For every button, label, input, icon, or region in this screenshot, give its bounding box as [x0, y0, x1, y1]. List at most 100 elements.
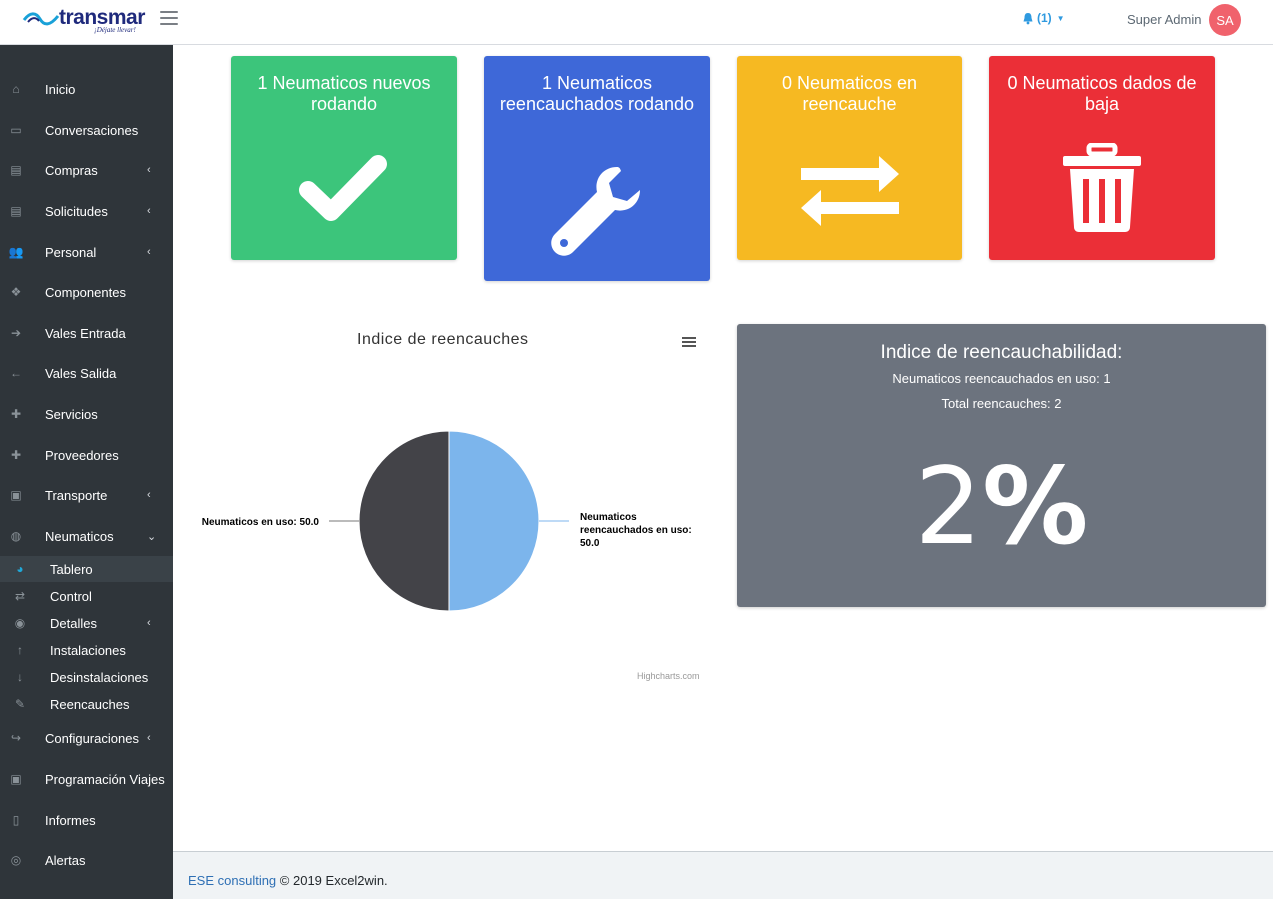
- sidebar-item-label: Desinstalaciones: [50, 669, 149, 685]
- card-nuevos-rodando[interactable]: 1 Neumaticos nuevos rodando: [231, 56, 457, 260]
- sidebar-item-label: Control: [50, 588, 92, 604]
- logo-wave-icon: [22, 12, 60, 26]
- chart-title: Indice de reencauches: [357, 331, 529, 348]
- arrow-down-icon: ↓: [17, 670, 23, 684]
- sidebar-item-label: Detalles: [50, 615, 97, 631]
- reencauchados-en-uso-text: Neumaticos reencauchados en uso: 1: [892, 371, 1111, 386]
- sidebar-item-label: Conversaciones: [45, 122, 139, 138]
- card-icon: ▤: [10, 163, 22, 177]
- footer-copyright: © 2019 Excel2win.: [279, 873, 388, 888]
- chevron-left-icon: ‹: [147, 246, 151, 258]
- chart-credits[interactable]: Highcharts.com: [637, 671, 700, 681]
- sidebar-item-conversaciones[interactable]: ▭ Conversaciones: [0, 115, 173, 145]
- sidebar-subitem-desinstalaciones[interactable]: ↓ Desinstalaciones: [0, 664, 173, 690]
- total-reencauches-text: Total reencauches: 2: [941, 396, 1062, 411]
- chart-menu-button[interactable]: [682, 337, 696, 349]
- sidebar-item-label: Solicitudes: [45, 203, 108, 219]
- users-icon: 👥: [8, 245, 24, 259]
- sidebar-item-transporte[interactable]: ▣ Transporte ‹: [0, 480, 173, 510]
- card-en-reencauche[interactable]: 0 Neumaticos en reencauche: [737, 56, 962, 260]
- card-title: 0 Neumaticos en reencauche: [781, 73, 918, 114]
- sidebar-item-compras[interactable]: ▤ Compras ‹: [0, 155, 173, 185]
- cubes-icon: ❖: [10, 285, 22, 299]
- sidebar-item-label: Vales Salida: [45, 365, 117, 381]
- sidebar-item-label: Transporte: [45, 487, 108, 503]
- sidebar-item-label: Programación Viajes: [45, 771, 165, 787]
- sidebar-subitem-control[interactable]: ⇄ Control: [0, 583, 173, 609]
- chevron-left-icon: ‹: [147, 617, 151, 629]
- sidebar-item-servicios[interactable]: ✚ Servicios: [0, 399, 173, 429]
- index-value-number: 2: [914, 445, 983, 568]
- sidebar-item-programaci-n-viajes[interactable]: ▣ Programación Viajes: [0, 764, 173, 794]
- sidebar-item-label: Compras: [45, 162, 98, 178]
- sidebar-item-configuraciones[interactable]: ↪ Configuraciones ‹: [0, 723, 173, 753]
- bus-icon: ▣: [10, 772, 22, 786]
- sidebar-subitem-tablero[interactable]: ◕ Tablero: [0, 556, 173, 582]
- sidebar-item-neumaticos[interactable]: ◍ Neumaticos ⌄: [0, 521, 173, 551]
- sidebar-item-inicio[interactable]: ⌂ Inicio: [0, 74, 173, 104]
- eye-icon: ◉: [14, 616, 26, 630]
- arrow-up-icon: ↑: [17, 643, 23, 657]
- sidebar-item-informes[interactable]: ▯ Informes: [0, 805, 173, 835]
- arrow-left-icon: ←: [10, 366, 22, 380]
- sidebar-item-proveedores[interactable]: ✚ Proveedores: [0, 440, 173, 470]
- exchange-icon: [801, 156, 899, 226]
- card-reencauchados-rodando[interactable]: 1 Neumaticos reencauchados rodando: [484, 56, 710, 281]
- sidebar-item-vales-salida[interactable]: ← Vales Salida: [0, 358, 173, 388]
- wrench-icon: ✎: [14, 697, 26, 711]
- sidebar-subitem-instalaciones[interactable]: ↑ Instalaciones: [0, 637, 173, 663]
- sidebar-subitem-reencauches[interactable]: ✎ Reencauches: [0, 691, 173, 717]
- user-name[interactable]: Super Admin: [1127, 12, 1201, 27]
- sidebar-item-label: Tablero: [50, 561, 93, 577]
- card-dados-de-baja[interactable]: 0 Neumaticos dados de baja: [989, 56, 1215, 260]
- sidebar-subitem-detalles[interactable]: ◉ Detalles ‹: [0, 610, 173, 636]
- footer-link[interactable]: ESE consulting: [188, 873, 276, 888]
- sidebar-toggle-button[interactable]: [160, 11, 178, 27]
- notifications-dropdown[interactable]: (1) ▼: [1022, 11, 1065, 25]
- chevron-down-icon: ⌄: [147, 530, 157, 543]
- sidebar-item-label: Neumaticos: [45, 528, 114, 544]
- sidebar-item-label: Personal: [45, 244, 97, 260]
- trash-icon: [1063, 143, 1141, 232]
- card-title: 1 Neumaticos reencauchados rodando: [499, 73, 695, 114]
- card-title: 1 Neumaticos nuevos rodando: [257, 73, 431, 114]
- sidebar-item-label: Componentes: [45, 284, 126, 300]
- brand-logo[interactable]: transmar ¡Déjate llevar!: [22, 4, 145, 34]
- alert-icon: ◎: [10, 853, 22, 867]
- sidebar-item-componentes[interactable]: ❖ Componentes: [0, 277, 173, 307]
- chevron-left-icon: ‹: [147, 489, 151, 501]
- check-icon: [299, 155, 387, 221]
- chat-icon: ▭: [10, 123, 22, 137]
- sidebar-item-vales-entrada[interactable]: ➔ Vales Entrada: [0, 318, 173, 348]
- bus-icon: ▣: [10, 488, 22, 502]
- plus-icon: ✚: [10, 407, 22, 421]
- chevron-left-icon: ‹: [147, 205, 151, 217]
- chevron-left-icon: ‹: [147, 164, 151, 176]
- avatar[interactable]: SA: [1209, 4, 1241, 36]
- pie-slice-1[interactable]: [358, 430, 450, 612]
- index-value: 2%: [737, 454, 1266, 560]
- sidebar-item-alertas[interactable]: ◎ Alertas: [0, 845, 173, 875]
- arrow-right-icon: ➔: [10, 326, 22, 340]
- home-icon: ⌂: [12, 82, 20, 96]
- sidebar-item-label: Configuraciones: [45, 730, 139, 746]
- sidebar-item-label: Servicios: [45, 406, 98, 422]
- sidebar-item-personal[interactable]: 👥 Personal ‹: [0, 237, 173, 267]
- wrench-icon: [551, 167, 640, 256]
- exchange-icon: ⇄: [14, 589, 26, 603]
- pie-slice-0[interactable]: [448, 430, 540, 612]
- sidebar-item-label: Reencauches: [50, 696, 130, 712]
- sidebar-item-label: Proveedores: [45, 447, 119, 463]
- globe-icon: ◍: [10, 529, 22, 543]
- reencauchabilidad-panel: Indice de reencauchabilidad: Neumaticos …: [737, 324, 1266, 607]
- logo-tagline: ¡Déjate llevar!: [94, 26, 136, 34]
- share-icon: ↪: [10, 731, 22, 745]
- sidebar-item-solicitudes[interactable]: ▤ Solicitudes ‹: [0, 196, 173, 226]
- sidebar: ⌂ Inicio ▭ Conversaciones ▤ Compras ‹ ▤ Solicitu…: [0, 45, 173, 899]
- sidebar-item-label: Alertas: [45, 852, 86, 868]
- sidebar-item-label: Informes: [45, 812, 96, 828]
- percent-symbol: %: [982, 445, 1089, 568]
- sidebar-item-label: Vales Entrada: [45, 325, 126, 341]
- card-icon: ▤: [10, 204, 22, 218]
- pie-data-label-0: Neumaticos reencauchados en uso: 50.0: [580, 512, 692, 549]
